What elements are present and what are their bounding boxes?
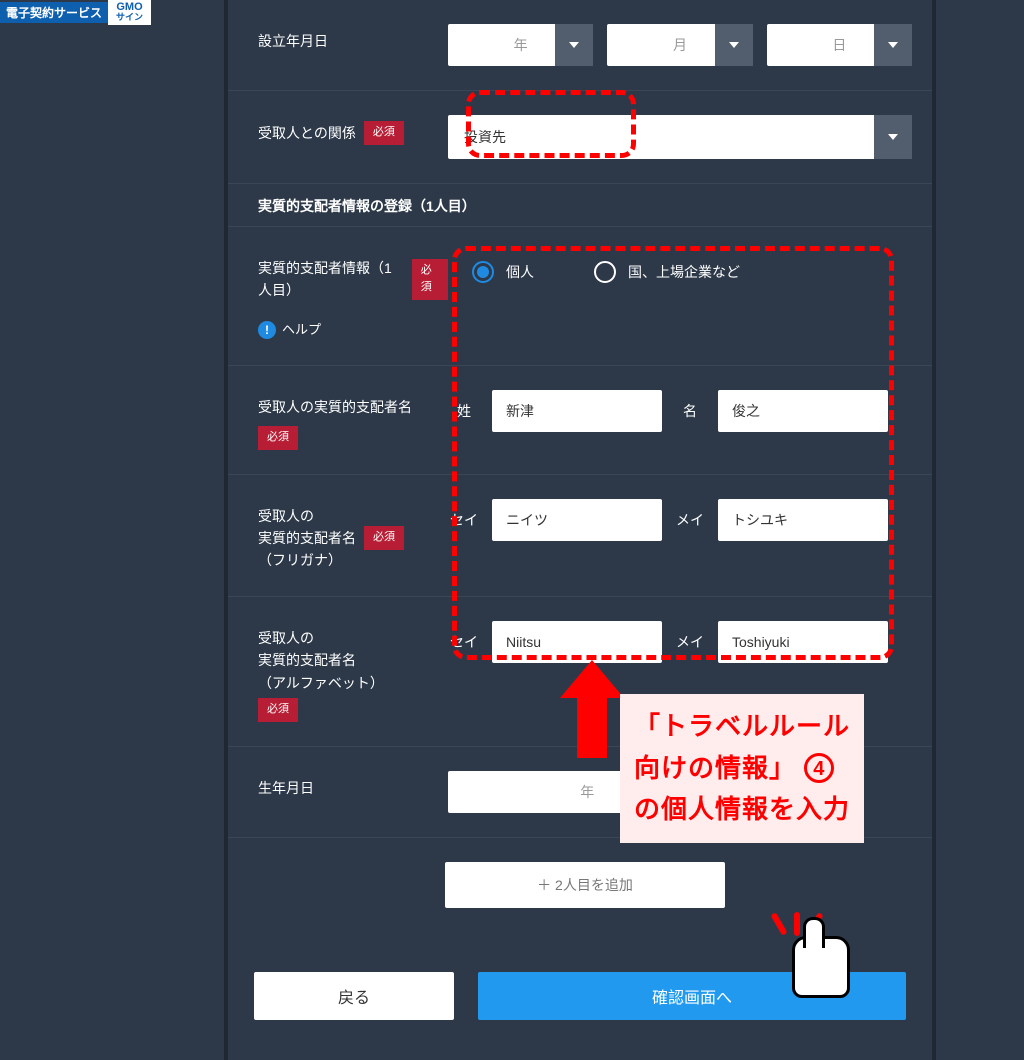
annotation-arrow-icon [560, 660, 624, 758]
back-button[interactable]: 戻る [254, 972, 454, 1020]
select-day[interactable]: 日 [767, 24, 912, 66]
annotation-hint-box: 「トラベルルール 向けの情報」 4 の個人情報を入力 [620, 694, 864, 843]
sei-kana-input[interactable]: ニイツ [492, 499, 662, 541]
info-icon: ! [258, 321, 276, 339]
required-badge: 必須 [412, 259, 448, 300]
establishment-date-selects: 年 月 日 [448, 24, 912, 66]
label-birthdate: 生年月日 [258, 771, 448, 799]
mei-label: 名 [674, 401, 706, 421]
row-name-kanji: 受取人の実質的支配者名 必須 姓 新津 名 俊之 [228, 366, 932, 475]
badge-service-text: 電子契約サービス [0, 2, 108, 23]
label-relationship: 受取人との関係 必須 [258, 115, 448, 145]
required-badge: 必須 [258, 698, 298, 722]
row-type: 実質的支配者情報（1人目） 必須 ! ヘルプ 個人 国、上場企業など [228, 227, 932, 366]
radio-corporate[interactable]: 国、上場企業など [594, 261, 740, 283]
chevron-down-icon [874, 115, 912, 159]
label-establishment-date: 設立年月日 [258, 24, 448, 52]
annotation-hand-cursor-icon [792, 936, 850, 998]
row-establishment-date: 設立年月日 年 月 日 [228, 0, 932, 91]
row-name-kana: 受取人の 実質的支配者名 （フリガナ） 必須 セイ ニイツ メイ トシユキ [228, 475, 932, 597]
type-radio-group: 個人 国、上場企業など [448, 251, 912, 293]
radio-dot-filled-icon [472, 261, 494, 283]
mei-kana-label: メイ [674, 510, 706, 530]
required-badge: 必須 [364, 526, 404, 550]
label-name-kana: 受取人の 実質的支配者名 （フリガナ） 必須 [258, 499, 448, 572]
required-badge: 必須 [258, 426, 298, 450]
chevron-down-icon [555, 24, 593, 66]
badge-logo: GMO サイン [108, 0, 151, 25]
annotation-step-number: 4 [804, 753, 834, 783]
sei-alpha-input[interactable]: Niitsu [492, 621, 662, 663]
section-header-ubo: 実質的支配者情報の登録（1人目） [228, 184, 932, 227]
sei-label: 姓 [448, 401, 480, 421]
mei-kana-input[interactable]: トシユキ [718, 499, 888, 541]
relationship-dropdown[interactable]: 投資先 [448, 115, 912, 159]
add-second-button[interactable]: ＋ 2人目を追加 [445, 862, 725, 908]
service-badge: 電子契約サービス GMO サイン [0, 0, 151, 25]
sei-kana-label: セイ [448, 510, 480, 530]
help-link[interactable]: ! ヘルプ [258, 320, 321, 341]
required-badge: 必須 [364, 121, 404, 145]
sei-alpha-label: セイ [448, 632, 480, 652]
radio-individual[interactable]: 個人 [472, 261, 534, 283]
chevron-down-icon [874, 24, 912, 66]
label-type: 実質的支配者情報（1人目） 必須 ! ヘルプ [258, 251, 448, 341]
form-panel: 設立年月日 年 月 日 受取人との関係 必須 [224, 0, 936, 1060]
radio-dot-empty-icon [594, 261, 616, 283]
label-name-kanji: 受取人の実質的支配者名 必須 [258, 390, 448, 450]
select-year[interactable]: 年 [448, 24, 593, 66]
mei-alpha-label: メイ [674, 632, 706, 652]
select-month[interactable]: 月 [607, 24, 752, 66]
mei-input[interactable]: 俊之 [718, 390, 888, 432]
chevron-down-icon [715, 24, 753, 66]
mei-alpha-input[interactable]: Toshiyuki [718, 621, 888, 663]
row-relationship: 受取人との関係 必須 投資先 [228, 91, 932, 184]
sei-input[interactable]: 新津 [492, 390, 662, 432]
label-name-alpha: 受取人の 実質的支配者名 （アルファベット） 必須 [258, 621, 448, 722]
